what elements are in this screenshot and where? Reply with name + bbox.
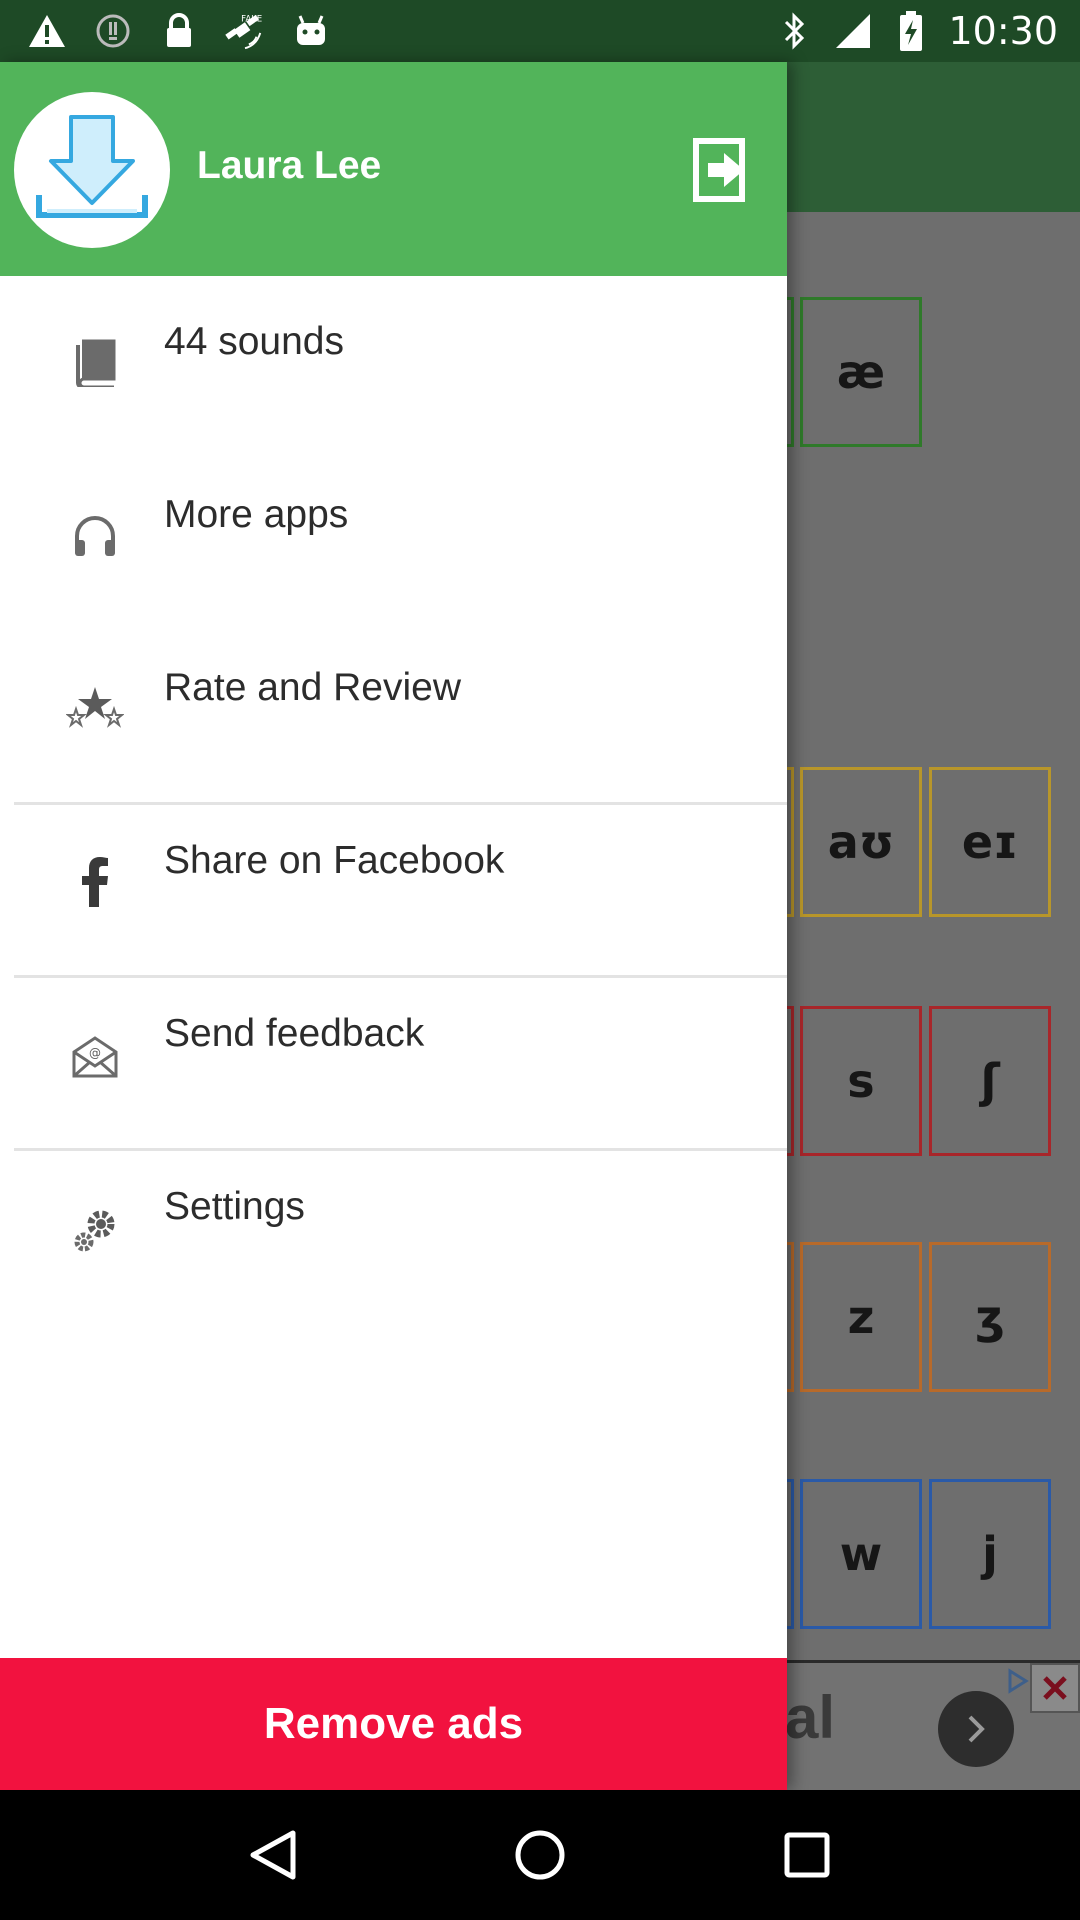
- remove-ads-button[interactable]: Remove ads: [0, 1658, 787, 1790]
- stars-icon: [66, 678, 124, 736]
- phoneme-tile: w: [800, 1479, 922, 1629]
- system-nav-bar: [0, 1790, 1080, 1920]
- settings-icon: [66, 1201, 124, 1259]
- ad-choices-icon[interactable]: [1006, 1667, 1030, 1695]
- menu-item-send-feedback[interactable]: @ Send feedback: [0, 968, 787, 1141]
- clock: 10:30: [948, 9, 1058, 53]
- logout-icon[interactable]: [688, 132, 752, 208]
- lock-icon: [158, 10, 200, 52]
- facebook-icon: [66, 853, 124, 911]
- navigation-drawer: Laura Lee 44 sounds More apps Rate and R…: [0, 62, 787, 1790]
- book-icon: [66, 334, 124, 392]
- svg-text:FAKE: FAKE: [241, 14, 262, 24]
- signal-icon: [832, 10, 874, 52]
- phoneme-tile: eɪ: [929, 767, 1051, 917]
- menu-item-label: Send feedback: [164, 1012, 425, 1055]
- menu-item-44-sounds[interactable]: 44 sounds: [0, 276, 787, 449]
- warning-icon: [26, 10, 68, 52]
- menu-item-label: Share on Facebook: [164, 839, 505, 882]
- android-icon: [290, 10, 332, 52]
- close-icon[interactable]: [1030, 1663, 1080, 1713]
- svg-text:@: @: [89, 1046, 101, 1060]
- phoneme-tile: s: [800, 1006, 922, 1156]
- phoneme-tile: aʊ: [800, 767, 922, 917]
- menu-item-rate-and-review[interactable]: Rate and Review: [0, 622, 787, 795]
- phoneme-tile: ʃ: [929, 1006, 1051, 1156]
- avatar[interactable]: [14, 92, 170, 248]
- menu-item-label: Rate and Review: [164, 666, 461, 709]
- drawer-header: Laura Lee: [0, 62, 787, 276]
- mail-icon: @: [66, 1028, 124, 1086]
- status-bar: FAKE 10:30: [0, 0, 1080, 62]
- back-icon[interactable]: [233, 1815, 313, 1895]
- phoneme-tile: ʒ: [929, 1242, 1051, 1392]
- menu-item-more-apps[interactable]: More apps: [0, 449, 787, 622]
- recents-icon[interactable]: [767, 1815, 847, 1895]
- chevron-right-icon[interactable]: [938, 1691, 1014, 1767]
- fake-gps-icon: FAKE: [224, 10, 266, 52]
- menu-item-label: Settings: [164, 1185, 305, 1228]
- phoneme-tile: j: [929, 1479, 1051, 1629]
- home-icon[interactable]: [500, 1815, 580, 1895]
- menu-item-share-on-facebook[interactable]: Share on Facebook: [0, 795, 787, 968]
- menu-item-settings[interactable]: Settings: [0, 1141, 787, 1314]
- phoneme-tile: æ: [800, 297, 922, 447]
- phoneme-tile: z: [800, 1242, 922, 1392]
- battery-charging-icon: [890, 10, 932, 52]
- user-name: Laura Lee: [197, 144, 382, 187]
- bluetooth-icon: [774, 10, 816, 52]
- ad-text: al: [785, 1684, 836, 1751]
- menu-item-label: 44 sounds: [164, 320, 344, 363]
- download-icon: [27, 103, 157, 238]
- headphones-icon: [66, 507, 124, 565]
- menu-item-label: More apps: [164, 493, 349, 536]
- alert-circle-icon: [92, 10, 134, 52]
